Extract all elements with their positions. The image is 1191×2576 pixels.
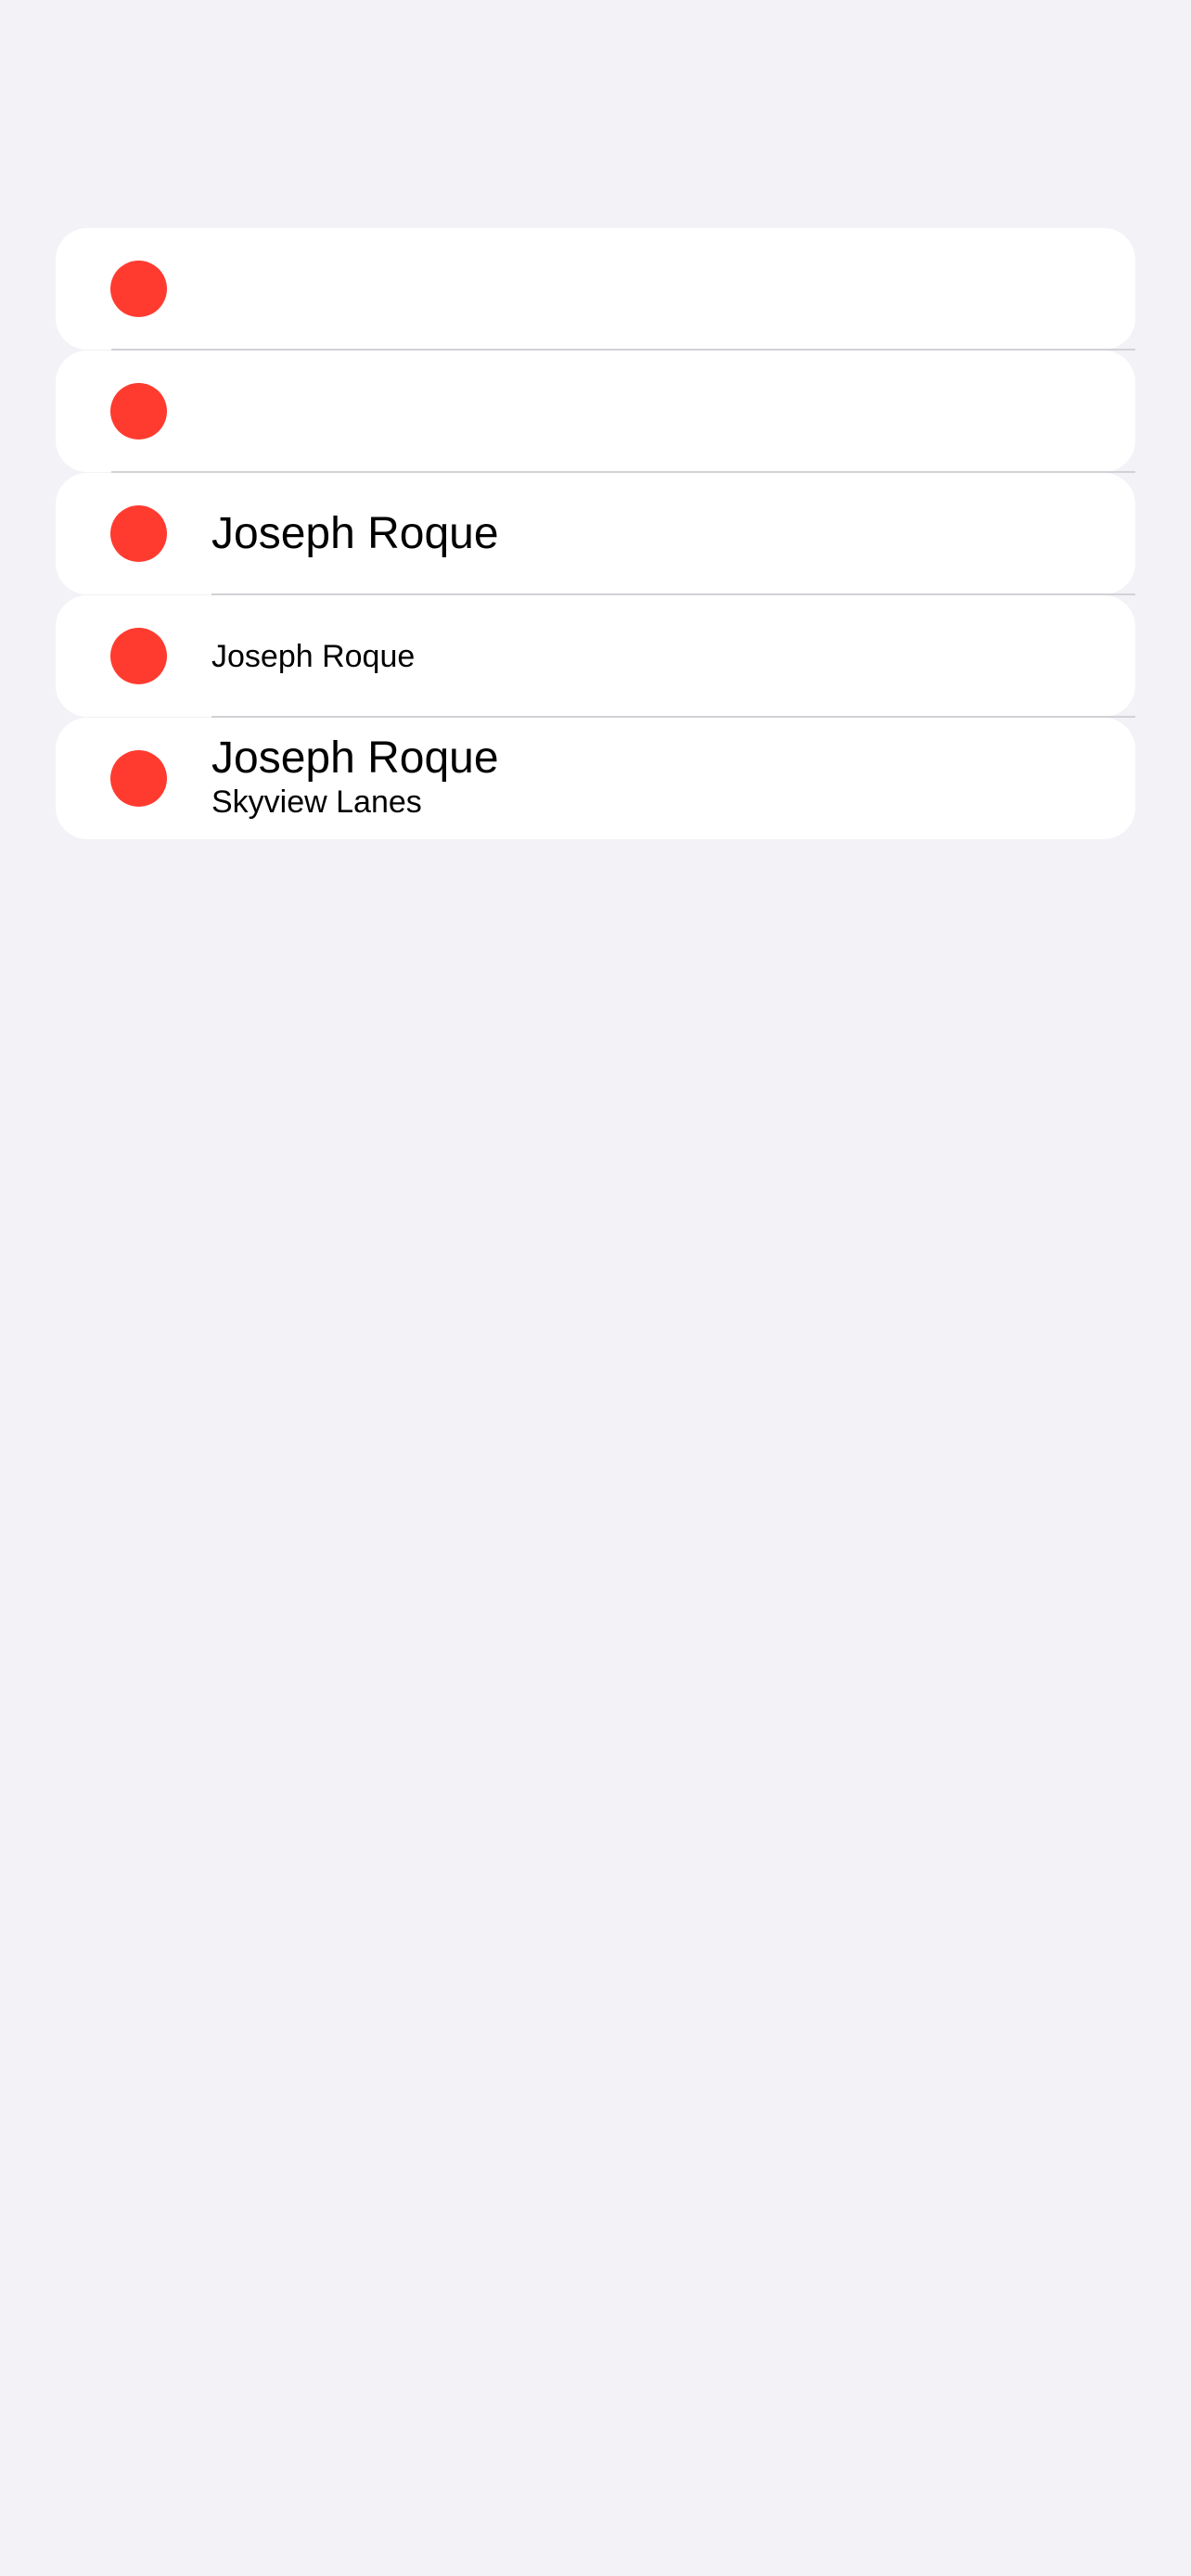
list-row-1[interactable] <box>56 228 1135 351</box>
row-subtitle: Skyview Lanes <box>211 784 422 820</box>
red-circle-icon <box>110 750 167 807</box>
list-row-5[interactable]: Joseph Roque Skyview Lanes <box>56 718 1135 839</box>
list-row-2[interactable] <box>56 351 1135 473</box>
red-circle-icon <box>110 628 167 684</box>
row-text-stack: Joseph Roque Skyview Lanes <box>211 733 499 821</box>
row-title: Joseph Roque <box>211 733 499 783</box>
row-title: Joseph Roque <box>211 638 416 674</box>
bowler-list: Joseph Roque Joseph Roque Joseph Roque S… <box>56 228 1135 840</box>
red-circle-icon <box>110 383 167 440</box>
row-title: Joseph Roque <box>211 508 499 558</box>
red-circle-icon <box>110 505 167 562</box>
red-circle-icon <box>110 261 167 317</box>
list-row-3[interactable]: Joseph Roque <box>56 473 1135 595</box>
list-row-4[interactable]: Joseph Roque <box>56 595 1135 718</box>
